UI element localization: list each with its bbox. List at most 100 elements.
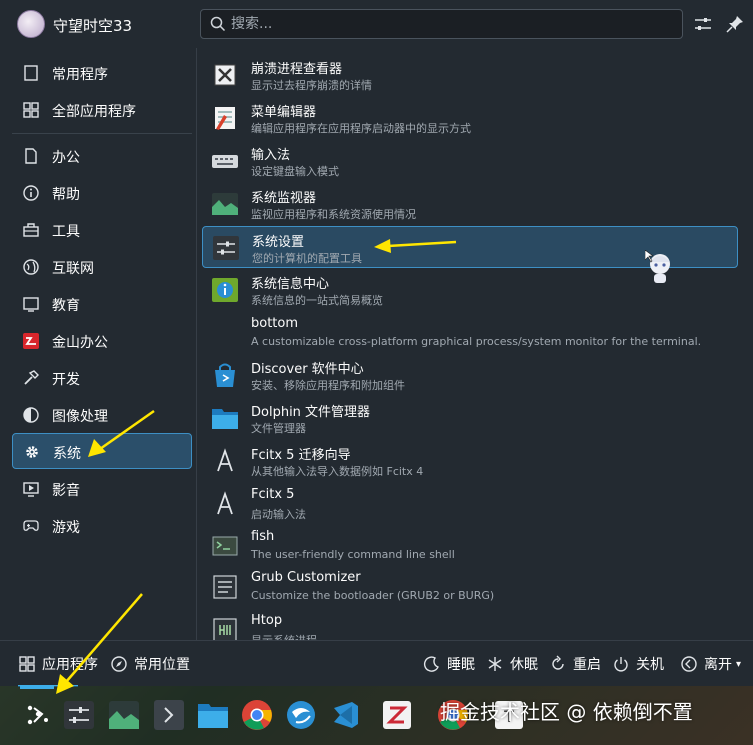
sidebar-item-label: 互联网 [52,261,94,277]
sidebar-item-office[interactable]: 办公 [12,138,192,174]
hammer-icon [24,370,39,385]
moon-icon [423,656,439,672]
sidebar-item-label: 金山办公 [52,335,108,351]
grub-customizer-icon [213,575,237,599]
vscode-icon[interactable] [328,698,362,732]
sidebar-item-education[interactable]: 教育 [12,286,192,322]
list-item[interactable]: bottom A customizable cross-platform gra… [202,312,738,354]
system-monitor-icon [212,193,238,215]
list-item[interactable]: 崩溃进程查看器 显示过去程序崩溃的详情 [202,54,738,96]
tab-places[interactable]: 常用位置 [110,655,190,673]
compass-icon [111,656,127,672]
htop-icon [213,618,237,640]
chrome-icon[interactable] [240,698,274,732]
app-description: 编辑应用程序在应用程序启动器中的显示方式 [251,122,471,135]
shutdown-button[interactable]: 关机 [612,655,664,673]
power-icon [614,657,628,672]
crash-viewer-icon [214,64,236,86]
tab-applications[interactable]: 应用程序 [18,655,98,673]
sidebar-item-internet[interactable]: 互联网 [12,249,192,285]
zotero-icon[interactable] [380,698,414,732]
globe-icon [23,259,39,275]
app-description: 从其他输入法导入数据例如 Fcitx 4 [251,465,424,478]
list-item[interactable]: 系统监视器 监视应用程序和系统资源使用情况 [202,183,738,225]
sidebar-item-label: 系统 [53,446,81,462]
search-icon [210,16,226,32]
watermark-text: 掘金技术社区 @ 依赖倒不置 [440,700,693,724]
app-name: Discover 软件中心 [251,362,364,377]
discover-icon [215,363,235,387]
system-settings-icon[interactable] [62,698,96,732]
bookmark-icon [24,65,38,81]
app-name: fish [251,529,275,544]
sidebar-item-games[interactable]: 游戏 [12,508,192,544]
list-item[interactable]: Discover 软件中心 安装、移除应用程序和附加组件 [202,354,738,396]
terminal-icon[interactable] [152,698,186,732]
pin-icon[interactable] [724,13,746,35]
sidebar-item-label: 常用程序 [52,67,108,83]
image-icon [23,407,39,423]
sidebar-item-label: 帮助 [52,187,80,203]
grid-icon [23,102,39,118]
sidebar-item-wps[interactable]: 金山办公 [12,323,192,359]
search-input[interactable] [231,14,671,34]
sleep-button[interactable]: 睡眠 [423,655,475,673]
sleep-label: 睡眠 [447,657,475,673]
sidebar-item-multimedia[interactable]: 影音 [12,471,192,507]
hibernate-label: 休眠 [510,657,538,673]
keyboard-icon [212,155,238,168]
chevron-down-icon: ▾ [736,658,742,670]
sidebar-item-graphics[interactable]: 图像处理 [12,397,192,433]
sidebar-item-development[interactable]: 开发 [12,360,192,396]
app-description: 启动输入法 [251,508,306,521]
list-item[interactable]: Fcitx 5 启动输入法 [202,483,738,525]
username: 守望时空33 [53,17,133,35]
list-item[interactable]: 菜单编辑器 编辑应用程序在应用程序启动器中的显示方式 [202,97,738,139]
sidebar-divider [12,133,192,134]
hibernate-button[interactable]: 休眠 [486,655,538,673]
list-item[interactable]: Grub Customizer Customize the bootloader… [202,566,738,608]
sidebar-item-favorites[interactable]: 常用程序 [12,55,192,91]
shutdown-label: 关机 [636,657,664,673]
terminal-icon [212,536,238,556]
application-list: 崩溃进程查看器 显示过去程序崩溃的详情 菜单编辑器 编辑应用程序在应用程序启动器… [197,48,753,640]
app-description: 显示系统进程 [251,632,317,640]
app-description: 安装、移除应用程序和附加组件 [251,379,405,392]
leave-button[interactable]: 离开 ▾ [680,655,741,673]
gamepad-icon [23,520,39,531]
info-center-icon [212,278,238,302]
wps-icon [23,333,39,349]
list-item[interactable]: fish The user-friendly command line shel… [202,525,738,567]
search-box[interactable] [200,9,683,39]
list-item[interactable]: Fcitx 5 迁移向导 从其他输入法导入数据例如 Fcitx 4 [202,440,738,482]
app-description: The user-friendly command line shell [251,548,455,561]
sidebar-item-all-apps[interactable]: 全部应用程序 [12,92,192,128]
sidebar-item-system[interactable]: 系统 [12,433,192,469]
launcher-icon[interactable] [20,698,54,732]
grid-icon [19,656,35,672]
sidebar-item-utilities[interactable]: 工具 [12,212,192,248]
launcher-header: 守望时空33 [0,0,753,48]
sidebar-item-help[interactable]: 帮助 [12,175,192,211]
snowflake-icon [488,657,502,671]
app-description: 显示过去程序崩溃的详情 [251,79,372,92]
fcitx-icon [217,491,233,515]
app-name: bottom [251,316,299,331]
folder-icon [212,409,238,429]
restart-button[interactable]: 重启 [549,655,601,673]
list-item[interactable]: 输入法 设定键盘输入模式 [202,140,738,182]
folder-icon[interactable] [196,698,230,732]
leave-label: 离开 [704,657,732,673]
browser-icon[interactable] [284,698,318,732]
system-monitor-icon[interactable] [107,698,141,732]
app-name: 输入法 [251,148,291,163]
avatar[interactable] [17,10,45,38]
list-item[interactable]: Htop 显示系统进程 [202,609,738,640]
app-name: Grub Customizer [251,570,361,585]
app-name: Htop [251,613,283,628]
list-item[interactable]: Dolphin 文件管理器 文件管理器 [202,397,738,439]
gear-icon [26,446,38,458]
app-description: 设定键盘输入模式 [251,165,339,178]
app-name: 系统设置 [252,235,305,250]
configure-icon[interactable] [692,13,714,35]
